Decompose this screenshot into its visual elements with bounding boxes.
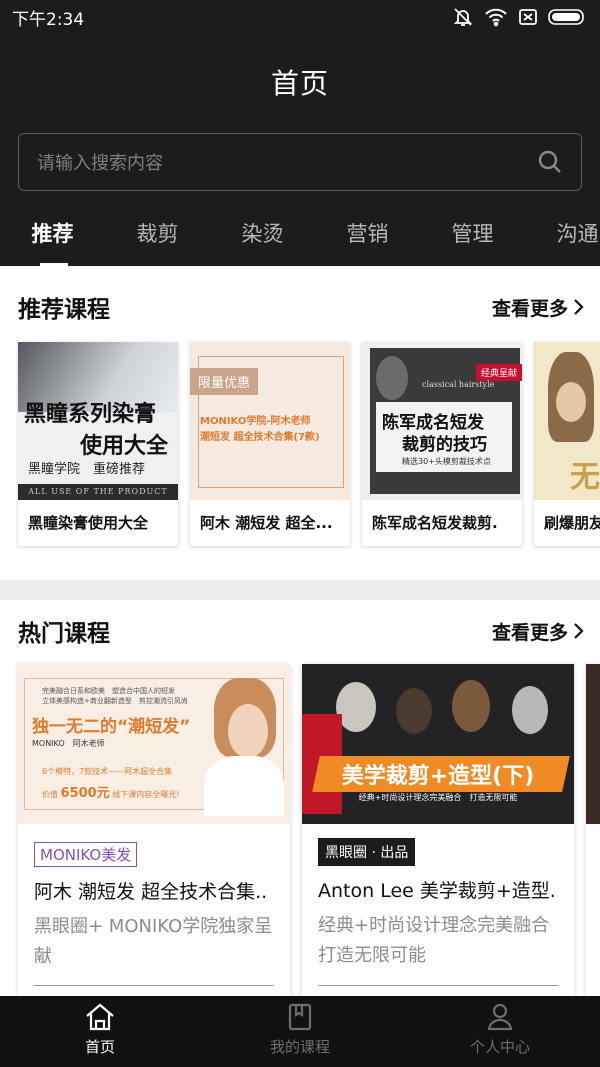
wifi-icon	[485, 8, 507, 27]
thumb-caption: 黑瞳学院 重磅推荐	[28, 462, 146, 477]
search-input[interactable]: 请输入搜索内容	[18, 133, 582, 191]
page-title: 首页	[270, 67, 329, 100]
bottom-nav: 首页 我的课程 个人中心	[0, 996, 600, 1067]
nav-my-courses[interactable]: 我的课程	[200, 996, 400, 1067]
course-card[interactable]: 经典呈献 classical hairstyle 陈军成名短发 裁剪的技巧 精选…	[362, 342, 522, 546]
course-thumbnail	[586, 664, 600, 824]
tab-dye-perm[interactable]: 染烫	[210, 214, 315, 266]
tab-marketing[interactable]: 营销	[315, 214, 420, 266]
course-card[interactable]: 黑瞳系列染膏 使用大全 黑瞳学院 重磅推荐 ALL USE OF THE PRO…	[18, 342, 178, 546]
thumb-line-1: MONIKO学院-阿木老师	[200, 416, 311, 427]
course-title: 阿木 潮短发 超全技术合集..	[34, 881, 268, 903]
thumb-badge: 经典呈献	[475, 364, 522, 381]
thumb-headline: 黑瞳系列染膏	[24, 402, 157, 427]
bell-muted-icon	[453, 8, 473, 26]
course-thumbnail: 经典呈献 classical hairstyle 陈军成名短发 裁剪的技巧 精选…	[362, 342, 522, 500]
view-more-link[interactable]: 查看更多	[492, 294, 584, 321]
course-thumbnail: 黑瞳系列染膏 使用大全 黑瞳学院 重磅推荐 ALL USE OF THE PRO…	[18, 342, 178, 500]
thumb-top-line: 完美融合日系和欧美 塑造合中国人的短发	[42, 687, 175, 695]
course-thumbnail: 美学裁剪+造型(下) 经典+时尚设计理念完美融合 打造无限可能	[302, 664, 574, 824]
course-subtitle: 经典+时尚设计理念完美融合 打造无限可能	[318, 915, 550, 966]
recommended-header: 推荐课程 查看更多	[18, 292, 584, 323]
nav-profile[interactable]: 个人中心	[400, 996, 600, 1067]
tab-communication[interactable]: 沟通	[525, 214, 600, 266]
thumb-headline: 美学裁剪+造型(下)	[341, 764, 535, 789]
course-thumbnail: 限量优惠 MONIKO学院-阿木老师 潮短发 超全技术合集(7款)	[190, 342, 350, 500]
chevron-right-icon	[574, 623, 584, 639]
course-name: 刷爆朋友	[544, 514, 600, 532]
nav-home[interactable]: 首页	[0, 996, 200, 1067]
course-tag: 黑眼圈 · 出品	[318, 838, 416, 866]
course-name: 陈军成名短发裁剪.	[372, 514, 498, 532]
course-title: Anton Lee 美学裁剪+造型..	[318, 880, 558, 902]
course-thumbnail: 完美融合日系和欧美 塑造合中国人的短发 立体美感构造+商业翻新造型 剪控潮流引风…	[18, 664, 290, 824]
hot-course-card[interactable]: 美学裁剪+造型(下) 经典+时尚设计理念完美融合 打造无限可能 黑眼圈 · 出品…	[302, 664, 574, 996]
person-icon	[487, 1003, 513, 1031]
divider	[34, 985, 274, 986]
course-thumbnail: 无	[534, 342, 600, 500]
thumb-caption: 精选30+头模剪裁技术点	[402, 457, 491, 466]
thumb-line-2: 潮短发 超全技术合集(7款)	[200, 432, 320, 443]
recommended-list: 黑瞳系列染膏 使用大全 黑瞳学院 重磅推荐 ALL USE OF THE PRO…	[18, 342, 600, 546]
status-icons	[452, 6, 588, 28]
hot-section: 热门课程 查看更多 完美融合日系和欧美 塑造合中国人的短发 立体美感构造+商业翻…	[0, 600, 600, 996]
app-header: 下午2:34 首页 请输入搜索内容 推荐 裁剪 染烫 营销 管理 沟通	[0, 0, 600, 266]
course-tag: MONIKO美发	[34, 842, 138, 867]
thumb-bullet-1: 6个模特，7款技术——阿木超全合集	[42, 767, 173, 776]
view-more-label: 查看更多	[491, 621, 568, 644]
tab-management[interactable]: 管理	[420, 214, 525, 266]
section-title: 推荐课程	[18, 297, 110, 323]
recommended-section: 推荐课程 查看更多 黑瞳系列染膏 使用大全 黑瞳学院 重磅推荐 ALL USE …	[0, 266, 600, 580]
thumb-bullet-2: 价值 6500元 线下课内容全曝光!	[42, 786, 180, 801]
tab-cut[interactable]: 裁剪	[105, 214, 210, 266]
sim-icon	[519, 9, 537, 25]
course-subtitle: 黑眼圈+ MONIKO学院独家呈献	[34, 916, 273, 967]
book-icon	[288, 1003, 312, 1031]
status-bar: 下午2:34	[0, 0, 600, 34]
course-name: 阿木 潮短发 超全...	[200, 514, 333, 532]
thumb-headline-2: 裁剪的技巧	[402, 435, 487, 455]
divider	[318, 985, 558, 986]
search-placeholder: 请输入搜索内容	[37, 153, 163, 174]
nav-home-label: 首页	[84, 1038, 115, 1056]
thumb-headline: 独一无二的“潮短发”	[32, 717, 191, 737]
thumb-headline-2: 使用大全	[79, 434, 168, 459]
search-icon[interactable]	[537, 149, 563, 175]
course-card[interactable]: 无 刷爆朋友	[534, 342, 600, 546]
nav-profile-label: 个人中心	[469, 1038, 530, 1056]
status-time: 下午2:34	[12, 9, 85, 30]
battery-icon	[548, 9, 584, 25]
section-title: 热门课程	[18, 621, 110, 647]
thumb-headline: 无	[570, 460, 600, 495]
hot-course-card[interactable]: 完美融合日系和欧美 塑造合中国人的短发 立体美感构造+商业翻新造型 剪控潮流引风…	[18, 664, 290, 996]
home-icon	[86, 1003, 114, 1031]
course-name: 黑瞳染膏使用大全	[28, 514, 149, 532]
thumb-byline: MONIKO 阿木老师	[32, 739, 105, 748]
tab-recommend[interactable]: 推荐	[0, 214, 105, 266]
thumb-caption: 经典+时尚设计理念完美融合 打造无限可能	[358, 793, 518, 802]
nav-my-courses-label: 我的课程	[269, 1038, 330, 1056]
category-tabs: 推荐 裁剪 染烫 营销 管理 沟通	[0, 214, 600, 266]
chevron-right-icon	[574, 299, 584, 315]
thumb-top-line-2: 立体美感构造+商业翻新造型 剪控潮流引风尚	[42, 697, 188, 705]
thumb-label: classical hairstyle	[422, 380, 495, 389]
hot-header: 热门课程 查看更多	[18, 616, 584, 647]
view-more-label: 查看更多	[491, 297, 568, 320]
view-more-link[interactable]: 查看更多	[492, 618, 584, 645]
thumb-footer: ALL USE OF THE PRODUCT	[18, 484, 178, 500]
hot-list: 完美融合日系和欧美 塑造合中国人的短发 立体美感构造+商业翻新造型 剪控潮流引风…	[18, 664, 600, 996]
course-card[interactable]: 限量优惠 MONIKO学院-阿木老师 潮短发 超全技术合集(7款) 阿木 潮短发…	[190, 342, 350, 546]
hot-course-card[interactable]	[586, 664, 600, 996]
